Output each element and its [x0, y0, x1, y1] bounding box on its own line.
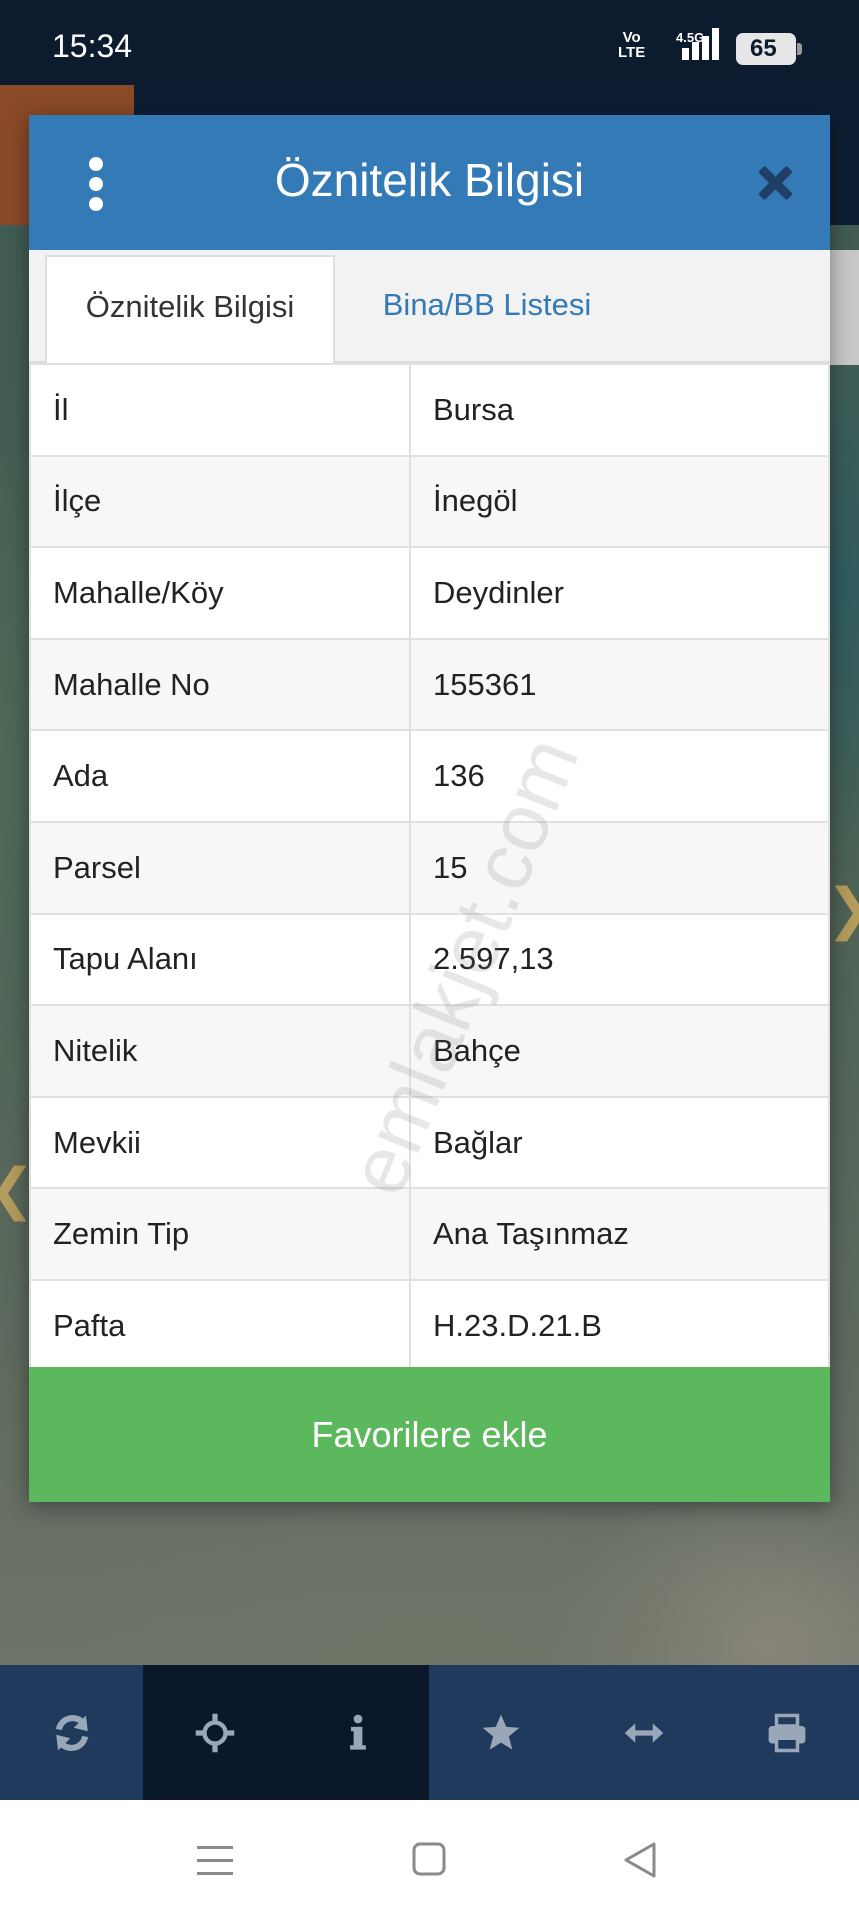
map-side-panel — [830, 250, 859, 365]
signal-icon: 4.5G — [668, 24, 728, 64]
back-icon[interactable] — [620, 1838, 664, 1882]
table-row: Nitelik Bahçe — [29, 1004, 830, 1098]
print-icon[interactable] — [716, 1665, 859, 1800]
dialog-title: Öznitelik Bilgisi — [274, 154, 585, 206]
more-vertical-icon[interactable] — [81, 157, 111, 211]
volte-bottom: LTE — [618, 44, 646, 61]
row-value: 155361 — [409, 637, 830, 732]
crosshair-icon[interactable] — [143, 1665, 287, 1800]
table-row: Mahalle No 155361 — [29, 637, 830, 732]
attribute-dialog: Öznitelik Bilgisi Öznitelik Bilgisi Bina… — [29, 115, 830, 1502]
row-value: Bağlar — [409, 1095, 830, 1190]
table-row: Zemin Tip Ana Taşınmaz — [29, 1187, 830, 1281]
row-value: 2.597,13 — [409, 912, 830, 1007]
table-row: Pafta H.23.D.21.B — [29, 1278, 830, 1373]
table-row: Ada 136 — [29, 729, 830, 823]
battery-level: 65 — [750, 35, 777, 62]
row-key: Parsel — [29, 820, 411, 915]
network-type: 4.5G — [676, 30, 705, 45]
tab-building-list[interactable]: Bina/BB Listesi — [337, 255, 637, 358]
row-key: Pafta — [29, 1278, 411, 1373]
table-row: Mevkii Bağlar — [29, 1095, 830, 1190]
row-key: Zemin Tip — [29, 1187, 411, 1281]
row-value: Bursa — [409, 363, 830, 457]
status-bar: 15:34 Vo LTE 4.5G 65 — [0, 0, 859, 85]
row-value: Deydinler — [409, 546, 830, 640]
battery-icon: 65 — [736, 33, 802, 65]
table-row: İl Bursa — [29, 363, 830, 457]
home-icon[interactable] — [408, 1838, 452, 1882]
row-value: Ana Taşınmaz — [409, 1187, 830, 1281]
row-value: 15 — [409, 820, 830, 915]
row-key: Mahalle/Köy — [29, 546, 411, 640]
table-row: Parsel 15 — [29, 820, 830, 915]
arrows-horizontal-icon[interactable] — [573, 1665, 716, 1800]
attribute-table: İl Bursa İlçe İnegöl Mahalle/Köy Deydinler … — [29, 363, 830, 1373]
volte-top: Vo — [622, 29, 641, 46]
tab-attribute-info[interactable]: Öznitelik Bilgisi — [45, 255, 335, 363]
recent-apps-icon[interactable] — [193, 1838, 237, 1882]
system-navigation-bar — [0, 1800, 859, 1920]
volte-indicator: Vo LTE — [618, 30, 645, 60]
row-key: Ada — [29, 729, 411, 823]
add-to-favorites-button[interactable]: Favorilere ekle — [29, 1367, 830, 1502]
table-row: İlçe İnegöl — [29, 454, 830, 549]
map-toolbar — [0, 1665, 859, 1800]
row-key: İl — [29, 363, 411, 457]
table-row: Mahalle/Köy Deydinler — [29, 546, 830, 640]
table-row: Tapu Alanı 2.597,13 — [29, 912, 830, 1007]
row-key: İlçe — [29, 454, 411, 549]
row-value: Bahçe — [409, 1004, 830, 1098]
row-value: 136 — [409, 729, 830, 823]
status-time: 15:34 — [52, 28, 133, 64]
dialog-header: Öznitelik Bilgisi — [29, 115, 830, 250]
star-icon[interactable] — [429, 1665, 572, 1800]
refresh-icon[interactable] — [0, 1665, 143, 1800]
row-value: İnegöl — [409, 454, 830, 549]
row-key: Mahalle No — [29, 637, 411, 732]
row-key: Nitelik — [29, 1004, 411, 1098]
row-value: H.23.D.21.B — [409, 1278, 830, 1373]
row-key: Mevkii — [29, 1095, 411, 1190]
close-icon[interactable] — [755, 163, 795, 203]
chevron-left-icon[interactable]: ❮ — [0, 1160, 35, 1220]
chevron-right-icon[interactable]: ❯ — [826, 880, 859, 940]
row-key: Tapu Alanı — [29, 912, 411, 1007]
info-icon[interactable] — [286, 1665, 430, 1800]
